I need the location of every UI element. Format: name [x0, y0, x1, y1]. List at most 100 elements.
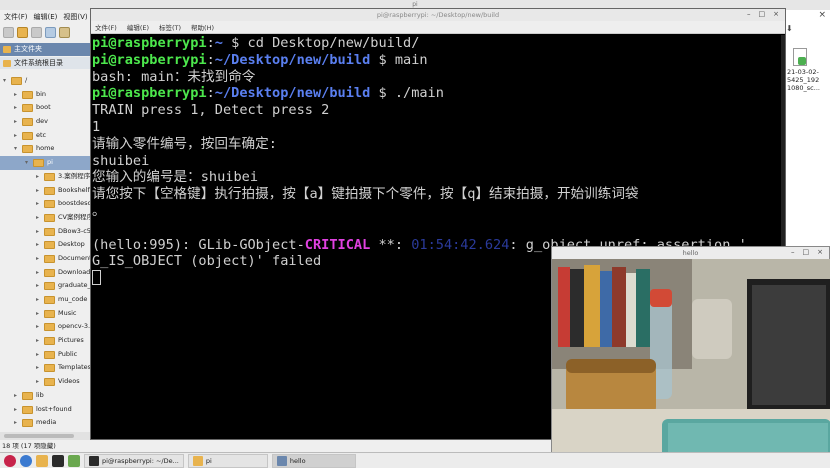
menu-edit[interactable]: 编辑(E) [34, 12, 58, 22]
expand-arrow-icon[interactable]: ▸ [36, 348, 39, 362]
expand-arrow-icon[interactable]: ▸ [36, 334, 39, 348]
image-badge-icon [798, 57, 806, 65]
tree-item[interactable]: ▸ DBow3-c5ae539... [0, 225, 118, 239]
image-file-icon[interactable] [793, 48, 807, 66]
maximize-icon[interactable]: □ [803, 248, 810, 256]
camera-preview-window[interactable]: hello – □ × [551, 246, 830, 468]
close-icon[interactable]: × [817, 248, 823, 256]
tree-item[interactable]: ▸ Downloads [0, 266, 94, 280]
web-browser-icon[interactable] [20, 454, 32, 467]
tree-item[interactable]: ▸ lib [0, 389, 90, 403]
terminal-line: 您输入的编号是：shuibei [92, 169, 259, 186]
file-name-label[interactable]: 21-03-02-5425_192 1080_sc... [787, 68, 830, 92]
tree-item[interactable]: ▸ opencv-3.4.13 [0, 320, 105, 334]
home-folder-icon[interactable] [17, 27, 28, 38]
collapse-arrow-icon[interactable]: ▾ [14, 142, 17, 156]
expand-arrow-icon[interactable]: ▸ [14, 403, 17, 417]
tree-item[interactable]: ▸ Templates [0, 361, 91, 375]
task-hello[interactable]: hello [271, 453, 356, 468]
tree-item[interactable]: ▸ Pictures [0, 334, 90, 348]
tree-item[interactable]: ▸ Documents [0, 252, 95, 266]
tree-item[interactable]: ▾ home [0, 142, 90, 156]
tree-item[interactable]: ▸ media [0, 416, 90, 430]
folder-icon [22, 419, 33, 428]
task-terminal[interactable]: pi@raspberrypi: ~/De... [84, 453, 184, 468]
app-launcher-icon[interactable] [68, 454, 80, 467]
taskbar: pi@raspberrypi: ~/De... pi hello [0, 452, 830, 468]
tree-item[interactable]: ▸ boot [0, 101, 90, 115]
menu-file[interactable]: 文件(F) [95, 22, 117, 32]
book-blue [600, 271, 612, 347]
icon-view-icon[interactable] [45, 27, 56, 38]
tree-item-label: 3.案例程序 [58, 171, 91, 180]
terminal-icon[interactable] [52, 454, 64, 467]
collapse-arrow-icon[interactable]: ▾ [25, 156, 28, 170]
expand-arrow-icon[interactable]: ▸ [36, 184, 39, 198]
expand-arrow-icon[interactable]: ▸ [36, 266, 39, 280]
expand-arrow-icon[interactable]: ▸ [14, 416, 17, 430]
tree-item[interactable]: ▸ Desktop [0, 238, 90, 252]
tree-item[interactable]: ▸ graduate_sift_pic... [0, 279, 120, 293]
expand-arrow-icon[interactable]: ▸ [36, 211, 39, 225]
menu-edit[interactable]: 编辑(E) [127, 22, 149, 32]
file-manager-toolbar [0, 24, 90, 42]
scrollbar-thumb[interactable] [4, 434, 74, 438]
expand-arrow-icon[interactable]: ▸ [36, 170, 39, 184]
file-manager-icon[interactable] [36, 454, 48, 467]
minimize-icon[interactable]: – [791, 248, 795, 256]
side-panel-home[interactable]: 主文件夹 [0, 43, 90, 56]
tree-item[interactable]: ▸ etc [0, 129, 90, 143]
tree-item-label: bin [36, 89, 47, 98]
collapse-arrow-icon[interactable]: ▾ [3, 74, 6, 88]
tree-item[interactable]: ▸ dev [0, 115, 90, 129]
tree-item[interactable]: ▸ CV案例程序 [0, 211, 93, 225]
tree-horizontal-scrollbar[interactable] [0, 432, 90, 440]
tree-item[interactable]: ▸ Music [0, 307, 90, 321]
tree-item[interactable]: ▸ Videos [0, 375, 90, 389]
new-window-icon[interactable] [3, 27, 14, 38]
close-icon[interactable]: × [818, 10, 826, 20]
tree-item[interactable]: ▸ Bookshelf [0, 184, 90, 198]
down-arrow-icon[interactable]: ⬇ [786, 24, 793, 33]
expand-arrow-icon[interactable]: ▸ [36, 238, 39, 252]
tree-item[interactable]: ▸ lost+found [0, 403, 90, 417]
minimize-icon[interactable]: – [747, 10, 751, 18]
expand-arrow-icon[interactable]: ▸ [36, 225, 39, 239]
tree-item[interactable]: ▸ bin [0, 88, 90, 102]
side-panel-mode-select[interactable]: 文件系统根目录 [0, 57, 90, 69]
close-icon[interactable]: × [773, 10, 779, 18]
book-white [626, 273, 636, 347]
tree-item[interactable]: ▸ boostdesc_bgm... [0, 197, 115, 211]
expand-arrow-icon[interactable]: ▸ [14, 115, 17, 129]
expand-arrow-icon[interactable]: ▸ [36, 293, 39, 307]
expand-arrow-icon[interactable]: ▸ [36, 279, 39, 293]
new-tab-icon[interactable] [31, 27, 42, 38]
expand-arrow-icon[interactable]: ▸ [14, 389, 17, 403]
expand-arrow-icon[interactable]: ▸ [36, 197, 39, 211]
tree-item[interactable]: ▾ / [0, 74, 90, 88]
home-icon [3, 46, 11, 53]
expand-arrow-icon[interactable]: ▸ [36, 361, 39, 375]
expand-arrow-icon[interactable]: ▸ [36, 320, 39, 334]
expand-arrow-icon[interactable]: ▸ [36, 375, 39, 389]
expand-arrow-icon[interactable]: ▸ [14, 129, 17, 143]
task-file-manager[interactable]: pi [187, 453, 268, 468]
terminal-line: TRAIN press 1, Detect press 2 [92, 102, 330, 119]
menu-view[interactable]: 视图(V) [63, 12, 87, 22]
menu-file[interactable]: 文件(F) [4, 12, 28, 22]
maximize-icon[interactable]: □ [759, 10, 766, 18]
tree-item[interactable]: ▸ 3.案例程序 [0, 170, 90, 184]
list-view-icon[interactable] [59, 27, 70, 38]
tree-item[interactable]: ▸ mu_code [0, 293, 90, 307]
terminal-line: bash: main：未找到命令 [92, 68, 256, 85]
expand-arrow-icon[interactable]: ▸ [14, 88, 17, 102]
tree-item[interactable]: ▾ pi [0, 156, 90, 170]
menu-help[interactable]: 帮助(H) [191, 22, 214, 32]
expand-arrow-icon[interactable]: ▸ [36, 307, 39, 321]
raspberry-menu-icon[interactable] [4, 454, 16, 467]
expand-arrow-icon[interactable]: ▸ [36, 252, 39, 266]
menu-tabs[interactable]: 标签(T) [159, 22, 181, 32]
expand-arrow-icon[interactable]: ▸ [14, 101, 17, 115]
tree-item[interactable]: ▸ Public [0, 348, 90, 362]
command-text: cd Desktop/new/build/ [239, 35, 420, 51]
